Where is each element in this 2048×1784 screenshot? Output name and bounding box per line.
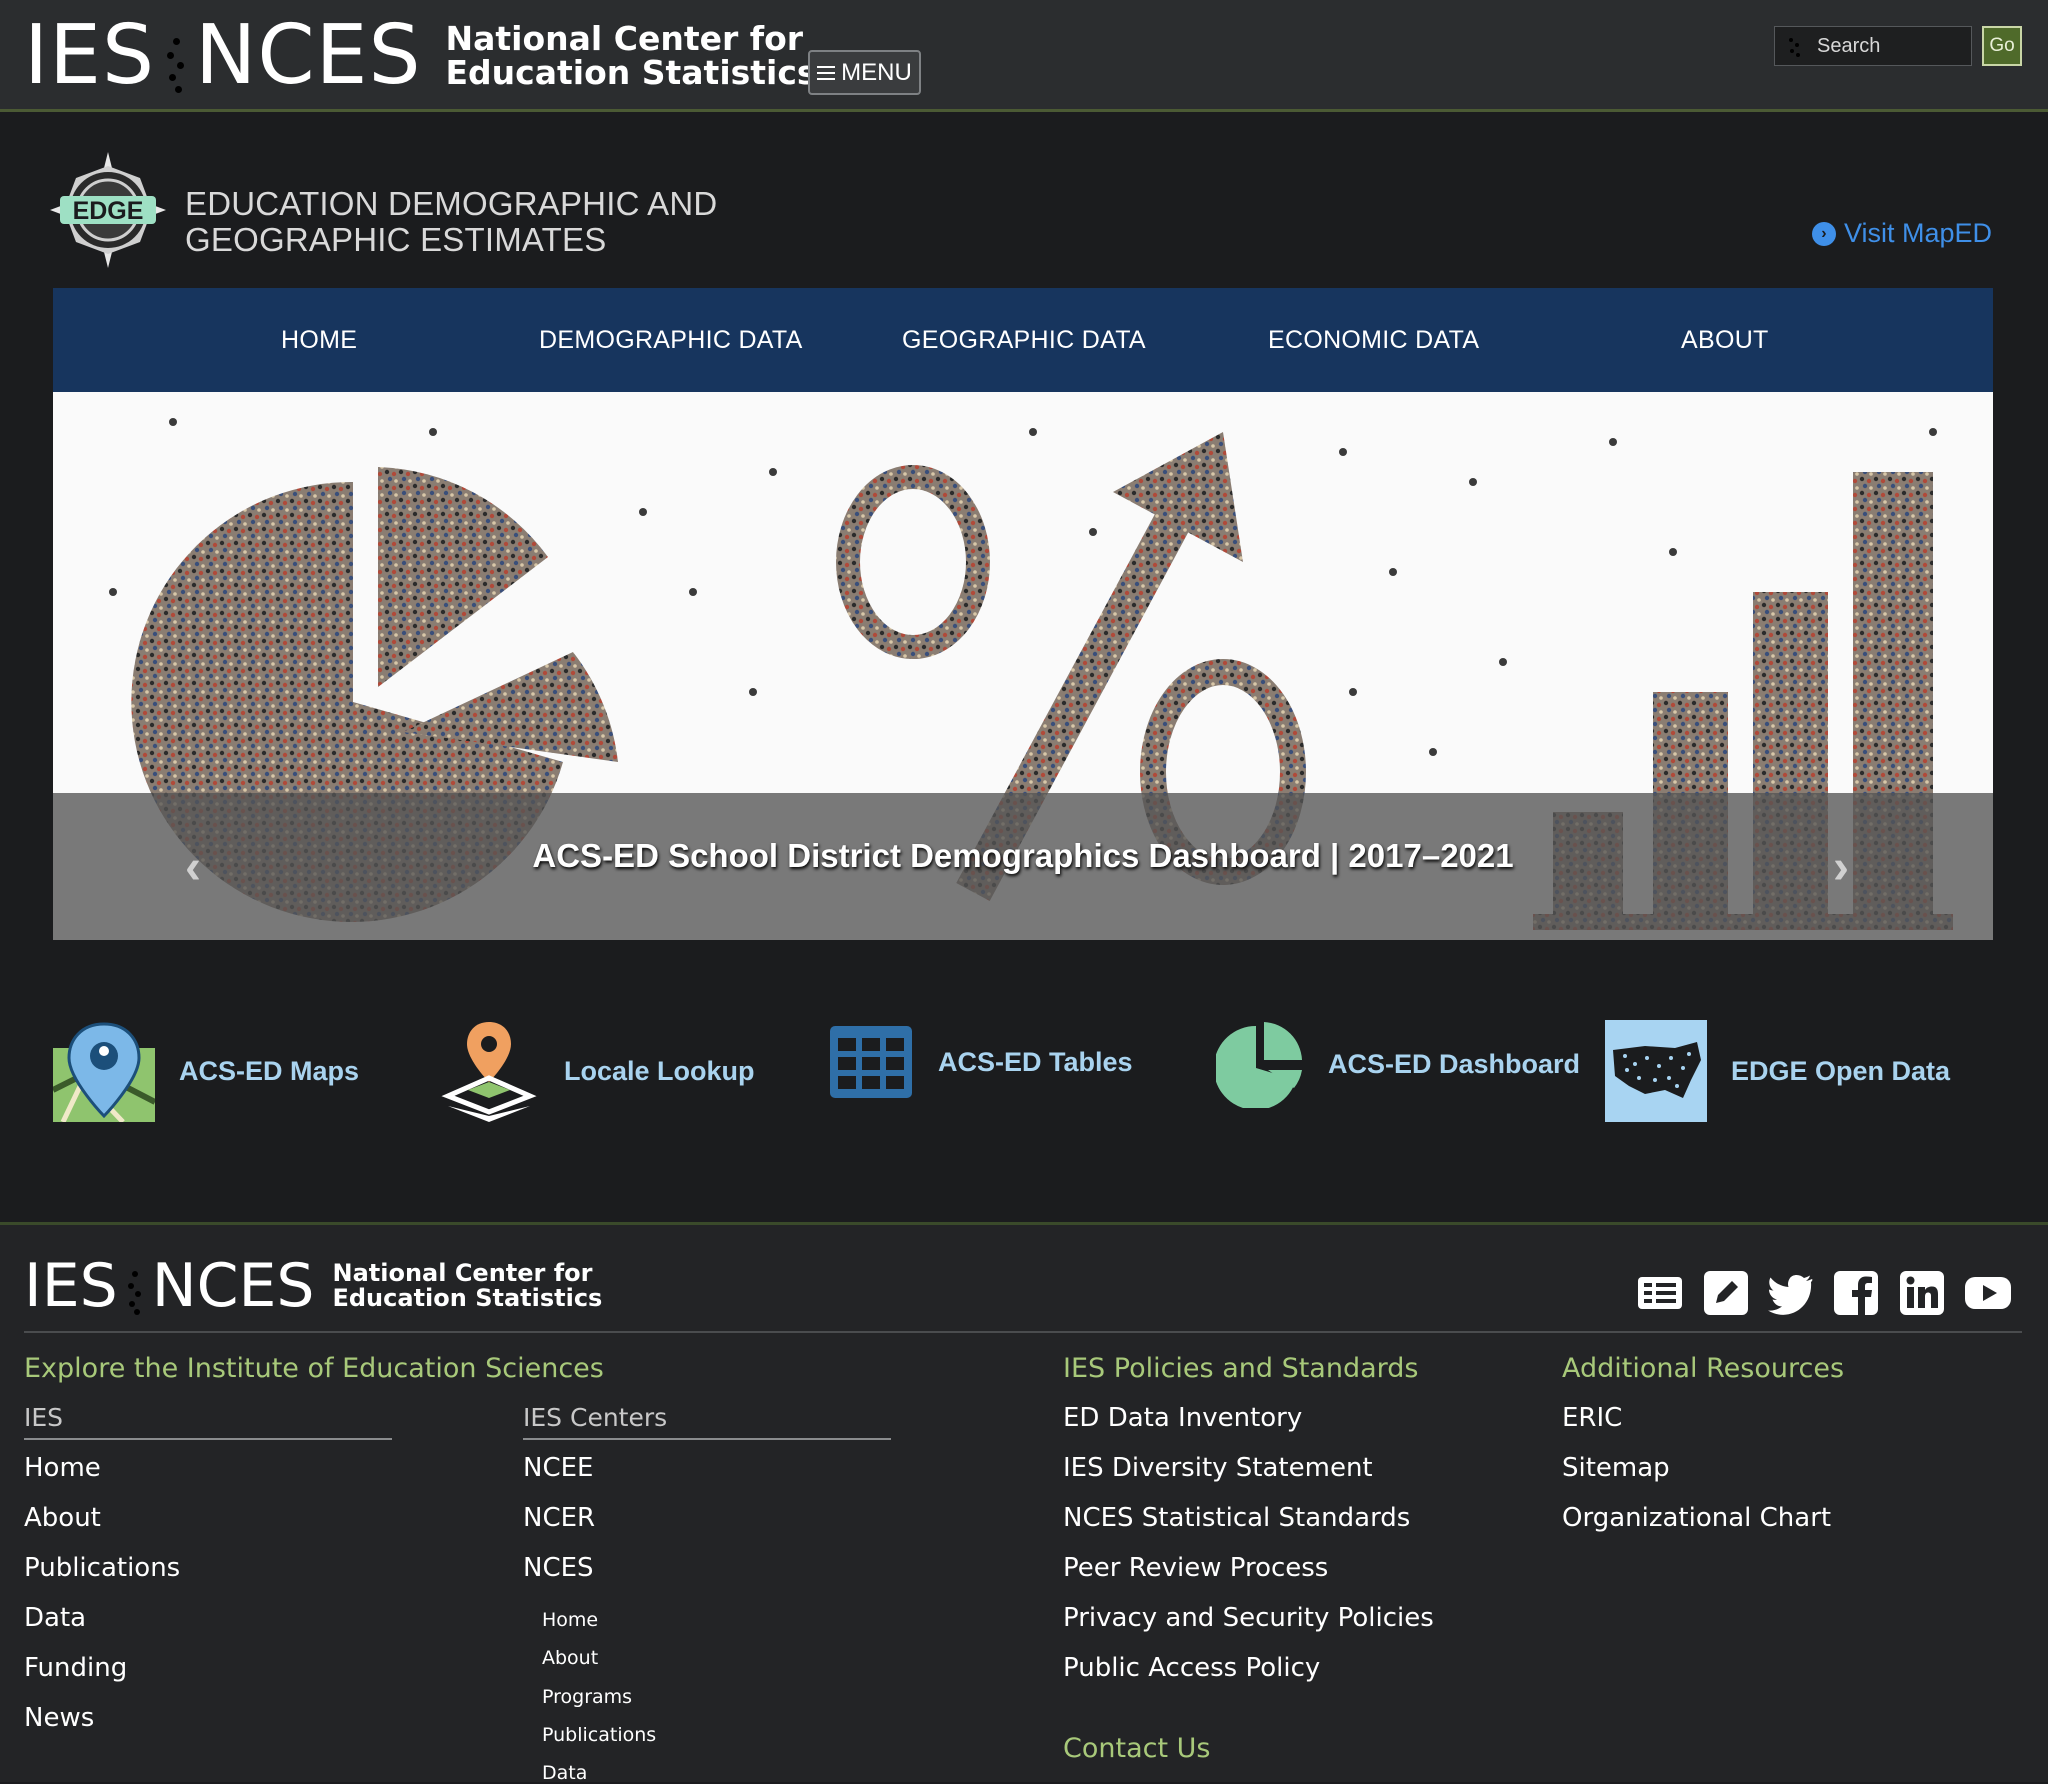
nces-wordmark: NCES bbox=[195, 8, 422, 103]
facebook-icon[interactable] bbox=[1832, 1269, 1880, 1317]
tool-label: EDGE Open Data bbox=[1731, 1055, 1951, 1086]
footer-link-peer-review-process[interactable]: Peer Review Process bbox=[1063, 1553, 1328, 1583]
page-title: Education Demographic and Geographic Est… bbox=[185, 185, 718, 258]
tool-acs-ed-tables[interactable]: ACS-ED Tables bbox=[828, 1024, 1133, 1100]
linkedin-icon[interactable] bbox=[1898, 1269, 1946, 1317]
footer-link-nces-statistical-standards[interactable]: NCES Statistical Standards bbox=[1063, 1503, 1410, 1533]
footer-link-publications[interactable]: Publications bbox=[24, 1553, 180, 1583]
tool-edge-open-data[interactable]: EDGE Open Data bbox=[1605, 1020, 1950, 1122]
nav-item-demographic-data[interactable]: DEMOGRAPHIC DATA bbox=[539, 288, 803, 392]
ies-wordmark: IES bbox=[24, 8, 156, 103]
footer-link-news[interactable]: News bbox=[24, 1703, 94, 1733]
site-header: IES NCES National Center for Education S… bbox=[0, 0, 2048, 112]
footer-ies-nces-logo[interactable]: IES NCES National Center for Education S… bbox=[24, 1255, 602, 1317]
footer-link-sitemap[interactable]: Sitemap bbox=[1562, 1453, 1670, 1483]
hamburger-icon bbox=[817, 62, 836, 84]
tool-label: ACS-ED Dashboard bbox=[1328, 1048, 1581, 1079]
footer-link-ncee[interactable]: NCEE bbox=[523, 1453, 593, 1483]
location-layers-icon bbox=[441, 1022, 537, 1122]
nav-item-home[interactable]: HOME bbox=[281, 288, 357, 392]
tool-label: ACS-ED Tables bbox=[938, 1046, 1133, 1077]
tool-label: Locale Lookup bbox=[564, 1055, 755, 1086]
footer-link-ncer[interactable]: NCER bbox=[523, 1503, 595, 1533]
hero-caption[interactable]: ACS-ED School District Demographics Dash… bbox=[53, 793, 1993, 940]
newsletter-icon[interactable] bbox=[1636, 1269, 1684, 1317]
menu-button[interactable]: MENU bbox=[808, 50, 921, 95]
edge-logo-text: EDGE bbox=[73, 197, 144, 225]
map-pin-icon bbox=[53, 1022, 155, 1122]
hero-carousel[interactable]: ACS-ED School District Demographics Dash… bbox=[53, 392, 1993, 940]
footer-link-ies-diversity-statement[interactable]: IES Diversity Statement bbox=[1063, 1453, 1373, 1483]
site-footer: IES NCES National Center for Education S… bbox=[0, 1222, 2048, 1784]
table-grid-icon bbox=[830, 1026, 912, 1098]
footer-divider bbox=[24, 1331, 2022, 1333]
tool-locale-lookup[interactable]: Locale Lookup bbox=[438, 1020, 755, 1122]
chevron-left-icon[interactable]: ‹ bbox=[185, 840, 201, 895]
policies-heading: IES Policies and Standards bbox=[1063, 1353, 1419, 1384]
footer-link-privacy-security-policies[interactable]: Privacy and Security Policies bbox=[1063, 1603, 1434, 1633]
nav-item-geographic-data[interactable]: GEOGRAPHIC DATA bbox=[902, 288, 1146, 392]
footer-link-ed-data-inventory[interactable]: ED Data Inventory bbox=[1063, 1403, 1302, 1433]
nces-wordmark: NCES bbox=[151, 1251, 315, 1321]
ies-wordmark: IES bbox=[24, 1251, 118, 1321]
additional-resources-heading: Additional Resources bbox=[1562, 1353, 1845, 1384]
footer-link-public-access-policy[interactable]: Public Access Policy bbox=[1063, 1653, 1320, 1683]
search-input[interactable]: Search bbox=[1774, 26, 1972, 66]
footer-link-home[interactable]: Home bbox=[24, 1453, 101, 1483]
nav-item-about[interactable]: ABOUT bbox=[1681, 288, 1769, 392]
tool-acs-ed-dashboard[interactable]: ACS-ED Dashboard bbox=[1216, 1020, 1580, 1108]
footer-link-funding[interactable]: Funding bbox=[24, 1653, 127, 1683]
org-name: National Center for Education Statistics bbox=[445, 19, 817, 92]
logo-dots-icon bbox=[155, 14, 195, 98]
blog-icon[interactable] bbox=[1702, 1269, 1750, 1317]
chevron-right-icon[interactable]: › bbox=[1833, 840, 1849, 895]
ies-centers-column-heading: IES Centers bbox=[523, 1403, 891, 1440]
footer-nces-link-home[interactable]: Home bbox=[542, 1609, 598, 1631]
footer-nces-link-about[interactable]: About bbox=[542, 1647, 598, 1669]
ies-nces-logo[interactable]: IES NCES National Center for Education S… bbox=[24, 14, 817, 98]
main-nav: HOME DEMOGRAPHIC DATA GEOGRAPHIC DATA EC… bbox=[53, 288, 1993, 392]
tool-label: ACS-ED Maps bbox=[179, 1055, 360, 1086]
org-name: National Center for Education Statistics bbox=[332, 1259, 603, 1312]
footer-link-organizational-chart[interactable]: Organizational Chart bbox=[1562, 1503, 1831, 1533]
footer-link-nces[interactable]: NCES bbox=[523, 1553, 594, 1583]
visit-maped-link[interactable]: › Visit MapED bbox=[1811, 218, 1992, 249]
search-dots-icon bbox=[1785, 37, 1805, 57]
twitter-icon[interactable] bbox=[1766, 1269, 1814, 1317]
ies-column-heading: IES bbox=[24, 1403, 392, 1440]
pie-chart-icon bbox=[1216, 1022, 1302, 1108]
search-placeholder: Search bbox=[1817, 34, 1881, 57]
tool-acs-ed-maps[interactable]: ACS-ED Maps bbox=[53, 1020, 359, 1122]
edge-logo[interactable]: EDGE bbox=[50, 152, 166, 268]
footer-link-about[interactable]: About bbox=[24, 1503, 101, 1533]
footer-link-data[interactable]: Data bbox=[24, 1603, 86, 1633]
footer-nces-link-data[interactable]: Data bbox=[542, 1762, 587, 1784]
logo-dots-icon bbox=[118, 1255, 152, 1317]
chevron-circle-right-icon: › bbox=[1811, 221, 1836, 246]
footer-link-eric[interactable]: ERIC bbox=[1562, 1403, 1622, 1433]
youtube-icon[interactable] bbox=[1964, 1269, 2012, 1317]
contact-us-link[interactable]: Contact Us bbox=[1063, 1733, 1210, 1764]
nav-item-economic-data[interactable]: ECONOMIC DATA bbox=[1268, 288, 1479, 392]
explore-heading: Explore the Institute of Education Scien… bbox=[24, 1353, 604, 1384]
us-map-icon bbox=[1605, 1020, 1707, 1122]
search-go-button[interactable]: Go bbox=[1982, 26, 2022, 66]
footer-nces-link-programs[interactable]: Programs bbox=[542, 1686, 632, 1708]
footer-nces-link-publications[interactable]: Publications bbox=[542, 1724, 656, 1746]
